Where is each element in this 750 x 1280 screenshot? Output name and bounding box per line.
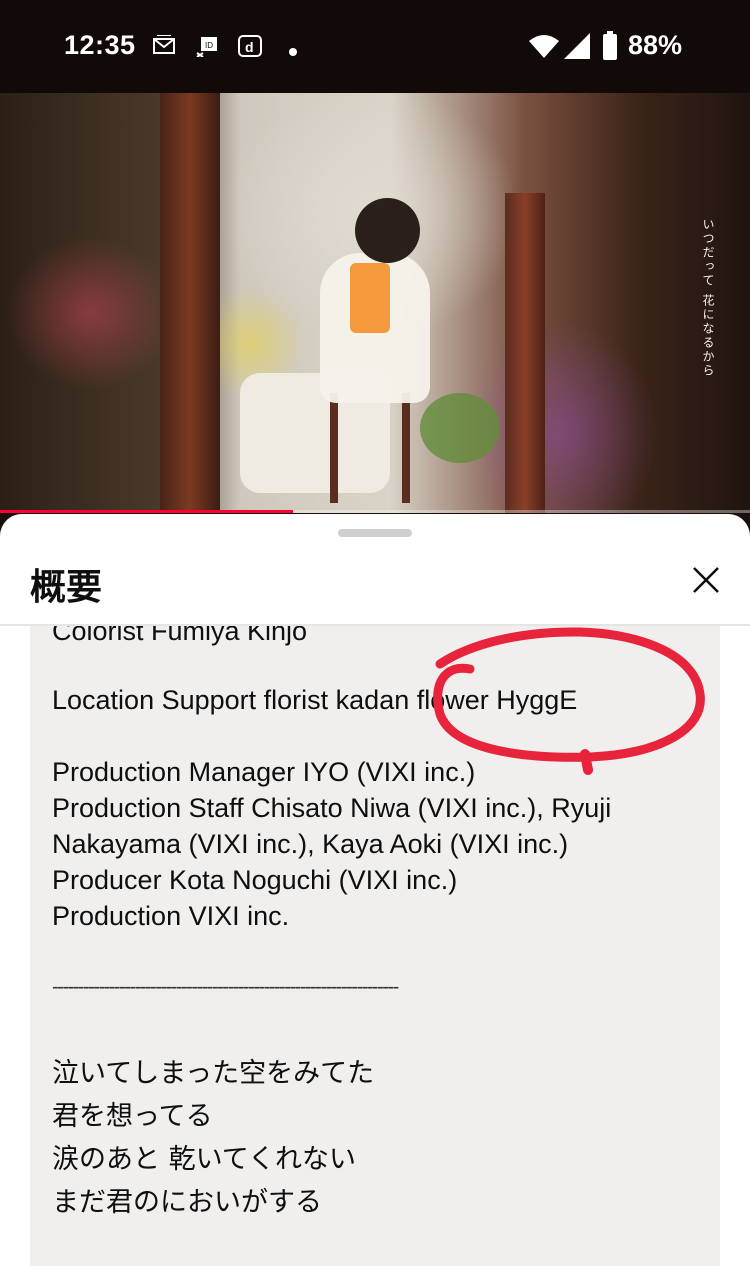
video-player[interactable]: いつだって 花になるから bbox=[0, 93, 750, 513]
description-separator: ----------------------------------------… bbox=[52, 976, 399, 998]
video-progress-bar[interactable] bbox=[0, 510, 750, 513]
lyrics-line: まだ君のにおいがする bbox=[52, 1187, 322, 1218]
close-icon bbox=[691, 565, 721, 599]
description-line: Nakayama (VIXI inc.), Kaya Aoki (VIXI in… bbox=[52, 829, 569, 859]
battery-icon bbox=[602, 31, 618, 65]
wifi-icon bbox=[528, 33, 560, 63]
video-scene-pillar-left bbox=[160, 93, 220, 513]
d-app-icon: d bbox=[238, 35, 262, 61]
description-line: Production Staff Chisato Niwa (VIXI inc.… bbox=[52, 793, 612, 823]
description-line: Producer Kota Noguchi (VIXI inc.) bbox=[52, 865, 458, 895]
video-scene-figure-top bbox=[350, 263, 390, 333]
lyrics-line: 泣いてしまった空をみてた bbox=[52, 1058, 375, 1089]
video-scene-figure-head bbox=[355, 198, 420, 263]
description-body: Colorist Fumiya Kinjo Location Support f… bbox=[30, 626, 720, 1266]
lyrics-line: 君を想ってる bbox=[52, 1101, 213, 1132]
description-line: Production Manager IYO (VIXI inc.) bbox=[52, 757, 476, 787]
video-overlay-caption: いつだって 花になるから bbox=[701, 218, 715, 378]
description-line: Colorist Fumiya Kinjo bbox=[52, 626, 308, 646]
drag-handle[interactable] bbox=[338, 529, 412, 537]
svg-text:ID: ID bbox=[205, 41, 213, 50]
lyrics-line: 涙のあと 乾いてくれない bbox=[52, 1144, 356, 1175]
sheet-title: 概要 bbox=[30, 567, 103, 608]
gmail-icon bbox=[153, 34, 175, 59]
video-scene-pillar-right bbox=[505, 193, 545, 513]
description-sheet: 概要 Colorist Fumiya Kinjo Location Suppor… bbox=[0, 514, 750, 1280]
video-scene-chair bbox=[330, 393, 410, 503]
battery-percent: 88% bbox=[628, 30, 683, 60]
dot-icon bbox=[288, 42, 298, 61]
close-button[interactable] bbox=[682, 558, 730, 606]
video-progress-fill bbox=[0, 510, 293, 513]
video-scene-plant bbox=[420, 393, 500, 463]
description-line: Location Support florist kadan flower Hy… bbox=[52, 685, 578, 715]
signal-icon bbox=[563, 32, 591, 64]
notification-icon: ID bbox=[196, 35, 218, 61]
status-bar: 12:35 ID d 88% bbox=[0, 0, 750, 93]
status-time: 12:35 bbox=[64, 30, 136, 60]
svg-text:d: d bbox=[245, 39, 254, 55]
description-line: Production VIXI inc. bbox=[52, 901, 290, 931]
